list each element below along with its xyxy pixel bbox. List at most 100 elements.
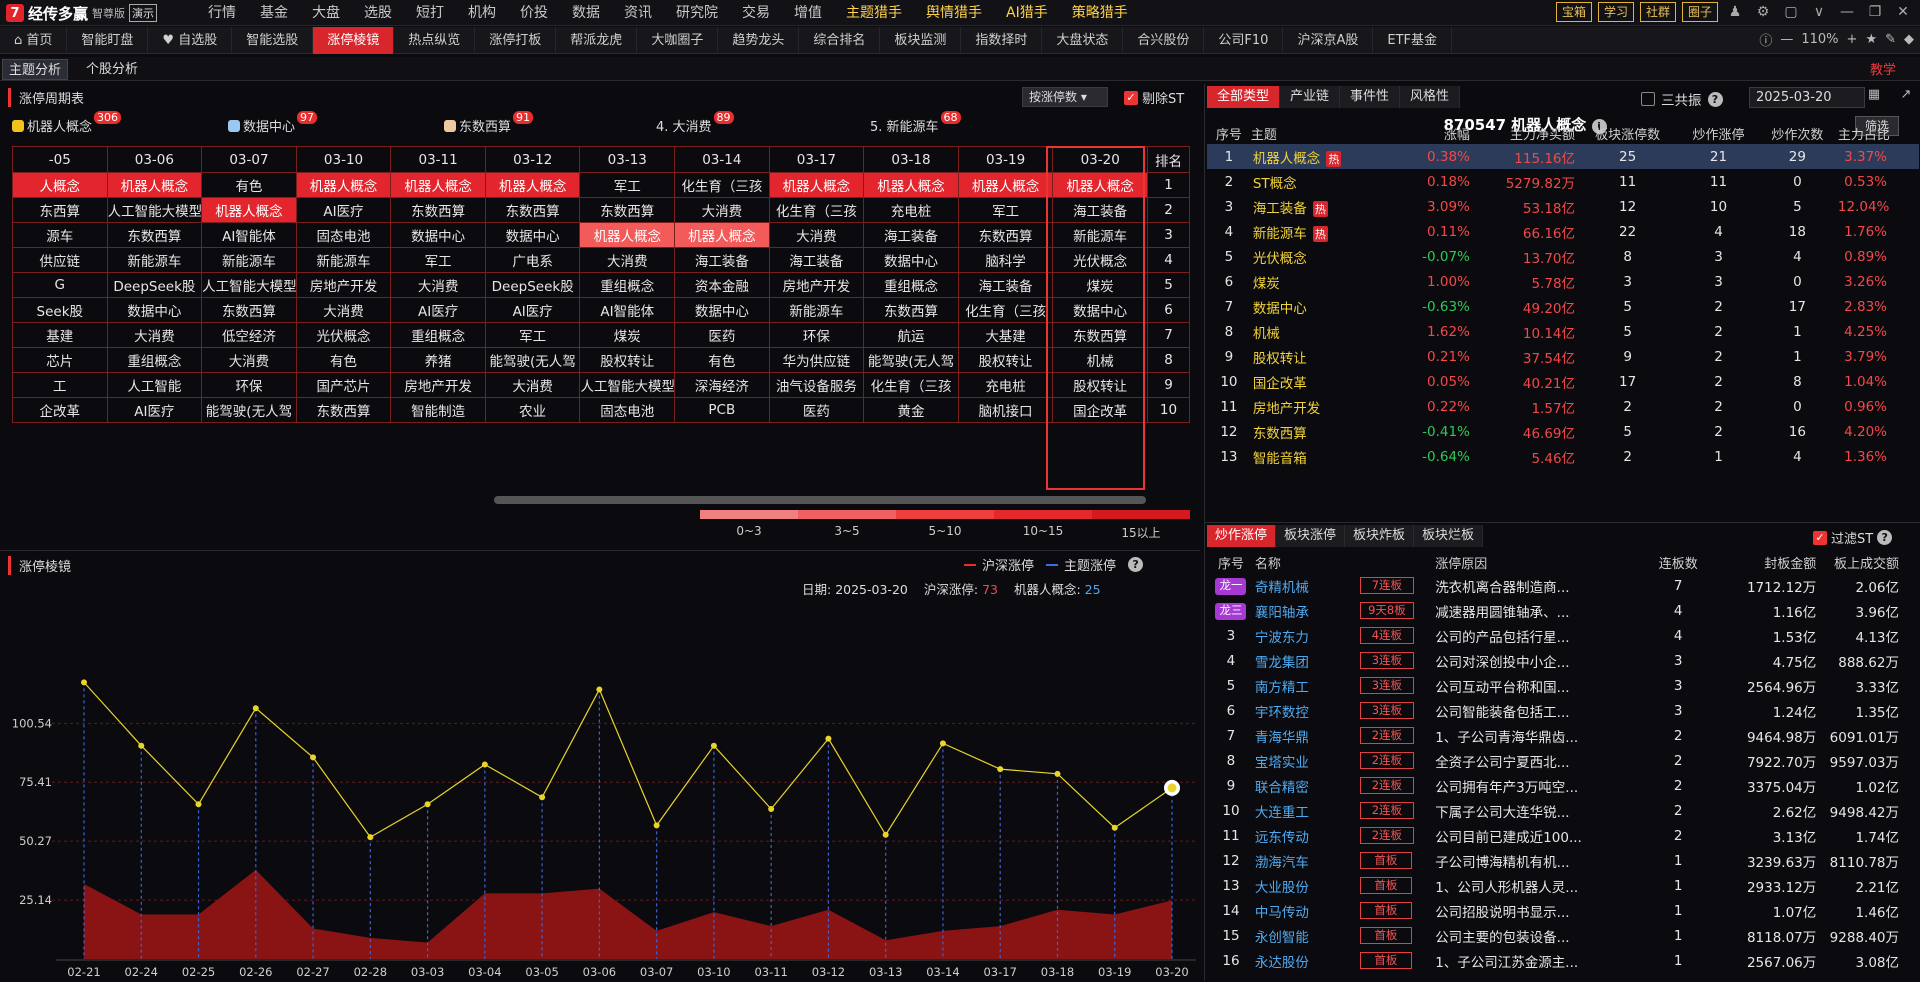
grid-date-header[interactable]: 03-06	[106, 146, 203, 173]
grid-cell[interactable]: 环保	[768, 322, 865, 348]
theme-row[interactable]: 3 海工装备热 3.09% 53.18亿 12 10 5 12.04%	[1207, 194, 1919, 219]
theme-row[interactable]: 6 煤炭 1.00% 5.78亿 3 3 0 3.26%	[1207, 269, 1919, 294]
limit-reason[interactable]: 公司互动平台称和国...	[1435, 673, 1643, 698]
grid-cell[interactable]: 深海经济	[674, 372, 770, 398]
grid-date-header[interactable]: 03-18	[863, 146, 959, 173]
stock-name[interactable]: 永创智能	[1255, 923, 1360, 948]
grid-cell[interactable]: 重组概念	[863, 272, 959, 298]
grid-cell[interactable]: 国企改革	[1052, 397, 1148, 423]
theme-row[interactable]: 9 股权转让 0.21% 37.54亿 9 2 1 3.79%	[1207, 344, 1919, 369]
grid-cell[interactable]: 有色	[201, 172, 297, 198]
grid-cell[interactable]: 大消费	[768, 222, 865, 248]
sub-nav-item[interactable]: 公司F10	[1204, 27, 1284, 54]
star-icon[interactable]: ★	[1865, 32, 1877, 47]
help-icon[interactable]: ?	[1877, 530, 1893, 545]
type-tab[interactable]: 事件性	[1340, 86, 1401, 108]
grid-cell[interactable]: 数据中心	[674, 297, 770, 323]
cycle-legend-item[interactable]: 机器人概念 306	[12, 111, 122, 135]
grid-cell[interactable]: 东数西算	[579, 197, 676, 223]
theme-row[interactable]: 5 光伏概念 -0.07% 13.70亿 8 3 4 0.89%	[1207, 244, 1919, 269]
stock-row[interactable]: 10 大连重工 2连板 下属子公司大连华锐... 2 2.62亿 9498.42万	[1207, 798, 1919, 823]
grid-cell[interactable]: 芯片	[12, 347, 108, 373]
grid-cell[interactable]: 有色	[295, 347, 392, 373]
grid-cell[interactable]: 能驾驶(无人驾	[201, 397, 297, 423]
grid-cell[interactable]: 养猪	[390, 347, 486, 373]
grid-cell[interactable]: 能驾驶(无人驾	[484, 347, 581, 373]
theme-col-header[interactable]: 炒作涨停	[1680, 122, 1757, 144]
stock-row[interactable]: 16 永达股份 首板 1、子公司江苏金源主... 1 2567.06万 3.08亿	[1207, 948, 1919, 973]
stock-name[interactable]: 宝塔实业	[1255, 748, 1360, 773]
theme-row[interactable]: 4 新能源车热 0.11% 66.16亿 22 4 18 1.76%	[1207, 219, 1919, 244]
grid-cell[interactable]: 大消费	[484, 372, 581, 398]
limit-reason[interactable]: 1、子公司江苏金源主...	[1435, 948, 1643, 973]
grid-cell[interactable]: 化生育（三孩	[863, 372, 959, 398]
grid-cell[interactable]: 东数西算	[106, 222, 203, 248]
stock-name[interactable]: 大业股份	[1255, 873, 1360, 898]
grid-cell[interactable]: 新能源车	[201, 247, 297, 273]
grid-cell[interactable]: 海工装备	[768, 247, 865, 273]
grid-cell[interactable]: 东数西算	[1052, 322, 1148, 348]
grid-cell[interactable]: 军工	[579, 172, 676, 198]
grid-cell[interactable]: 光伏概念	[1052, 247, 1148, 273]
grid-cell[interactable]: 脑机接口	[957, 397, 1054, 423]
stock-name[interactable]: 宁波东力	[1255, 623, 1360, 648]
stock-name[interactable]: 南方精工	[1255, 673, 1360, 698]
main-nav-item[interactable]: 价投	[508, 0, 560, 26]
grid-date-header[interactable]: 03-10	[295, 146, 392, 173]
limit-reason[interactable]: 洗衣机离合器制造商...	[1435, 573, 1643, 598]
community-button[interactable]: 社群	[1639, 2, 1676, 22]
grid-cell[interactable]: 新能源车	[295, 247, 392, 273]
grid-cell[interactable]: 医药	[674, 322, 770, 348]
grid-cell[interactable]: 华为供应链	[768, 347, 865, 373]
grid-cell[interactable]: 低空经济	[201, 322, 297, 348]
tab-theme-analysis[interactable]: 主题分析	[2, 59, 69, 80]
grid-cell[interactable]: 东西算	[12, 197, 108, 223]
grid-cell[interactable]: AI智能体	[579, 297, 676, 323]
grid-cell[interactable]: 智能制造	[390, 397, 486, 423]
grid-cell[interactable]: 数据中心	[1052, 297, 1148, 323]
stock-row[interactable]: 3 宁波东力 4连板 公司的产品包括行星... 4 1.53亿 4.13亿	[1207, 623, 1919, 648]
grid-cell[interactable]: 大消费	[106, 322, 203, 348]
theme-col-header[interactable]: 主题	[1251, 122, 1393, 144]
treasure-button[interactable]: 宝箱	[1555, 2, 1592, 22]
stock-name[interactable]: 奇精机械	[1255, 573, 1360, 598]
stock-tab[interactable]: 板块炸板	[1345, 525, 1415, 547]
main-nav-item[interactable]: 大盘	[300, 0, 352, 26]
limit-reason[interactable]: 公司拥有年产3万吨空...	[1435, 773, 1643, 798]
grid-cell[interactable]: Seek股	[12, 297, 108, 323]
calendar-icon[interactable]: ▦	[1863, 87, 1885, 108]
info-icon[interactable]: ⓘ	[1759, 30, 1772, 49]
sub-nav-item[interactable]: 涨停棱镜	[313, 27, 395, 54]
limit-reason[interactable]: 下属子公司大连华锐...	[1435, 798, 1643, 823]
grid-cell[interactable]: AI智能体	[201, 222, 297, 248]
grid-cell[interactable]: 股权转让	[957, 347, 1054, 373]
grid-date-header[interactable]: 03-07	[201, 146, 297, 173]
main-nav-item[interactable]: AI猎手	[994, 0, 1060, 26]
circle-button[interactable]: 圈子	[1681, 2, 1718, 22]
cycle-legend-item[interactable]: 东数西算 91	[444, 111, 534, 135]
theme-row[interactable]: 7 数据中心 -0.63% 49.20亿 5 2 17 2.83%	[1207, 294, 1919, 319]
prism-chart[interactable]: 25.14 50.27 75.41 100.54 02-21 02-24 02-25 02-2…	[0, 551, 1200, 982]
grid-cell[interactable]: 人工智能大模型	[106, 197, 203, 223]
grid-cell[interactable]: 油气设备服务	[768, 372, 865, 398]
limit-reason[interactable]: 公司对深创投中小企...	[1435, 648, 1643, 673]
learn-button[interactable]: 学习	[1597, 2, 1634, 22]
main-nav-item[interactable]: 机构	[456, 0, 508, 26]
grid-cell[interactable]: 机器人概念	[957, 172, 1054, 198]
grid-cell[interactable]: 海工装备	[1052, 197, 1148, 223]
main-nav-item[interactable]: 短打	[404, 0, 456, 26]
tab-stock-analysis[interactable]: 个股分析	[80, 59, 144, 80]
stock-col-header[interactable]	[1360, 551, 1435, 573]
sub-nav-item[interactable]: 指数择时	[961, 27, 1043, 54]
grid-cell[interactable]: 大消费	[674, 197, 770, 223]
grid-date-header[interactable]: 03-19	[957, 146, 1054, 173]
grid-cell[interactable]: 机器人概念	[484, 172, 581, 198]
stock-col-header[interactable]: 板上成交额	[1816, 551, 1919, 573]
main-nav-item[interactable]: 交易	[730, 0, 782, 26]
grid-cell[interactable]: 数据中心	[484, 222, 581, 248]
grid-cell[interactable]: 新能源车	[106, 247, 203, 273]
grid-cell[interactable]: 机器人概念	[390, 172, 486, 198]
theme-col-header[interactable]: 主力净买额	[1470, 122, 1575, 144]
grid-cell[interactable]: 煤炭	[579, 322, 676, 348]
stock-tab[interactable]: 板块烂板	[1414, 525, 1484, 547]
